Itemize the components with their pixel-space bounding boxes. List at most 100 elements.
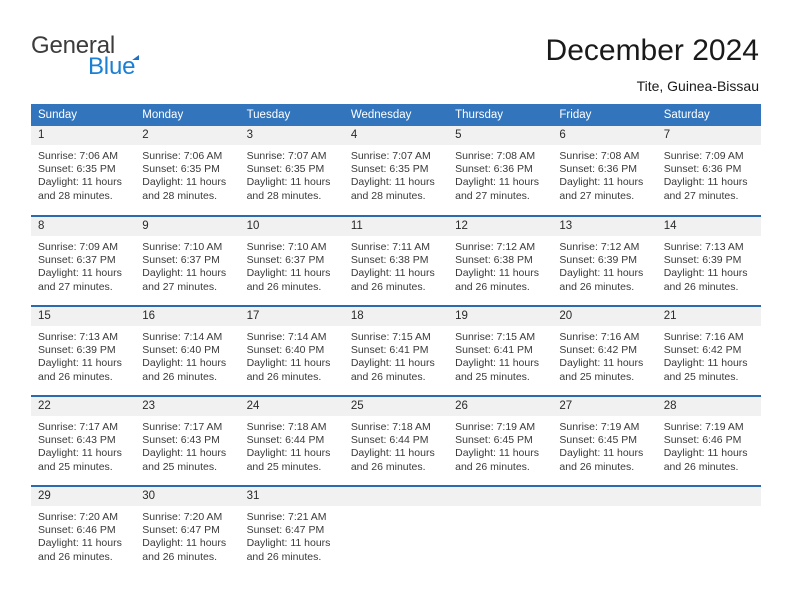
- day-number: 24: [239, 397, 344, 416]
- sunrise-text: Sunrise: 7:17 AM: [38, 421, 118, 433]
- day-cell[interactable]: 14 Sunrise: 7:13 AM Sunset: 6:39 PM Dayligh…: [656, 215, 761, 306]
- day-cell[interactable]: 4 Sunrise: 7:07 AM Sunset: 6:35 PM Daylight…: [343, 126, 449, 216]
- day-cell[interactable]: 13 Sunrise: 7:12 AM Sunset: 6:39 PM Dayligh…: [552, 215, 657, 306]
- sunrise-text: Sunrise: 7:08 AM: [559, 150, 640, 162]
- daylight-text-line1: Daylight: 11 hours: [559, 176, 644, 189]
- daylight-text-line2: and 25 minutes.: [246, 460, 322, 473]
- day-cell[interactable]: 31 Sunrise: 7:21 AM Sunset: 6:47 PM Dayligh…: [239, 485, 344, 576]
- day-details: Sunrise: 7:10 AM Sunset: 6:37 PM Daylight:…: [135, 236, 239, 294]
- daylight-text-line2: and 26 minutes.: [246, 370, 322, 383]
- day-cell[interactable]: 19 Sunrise: 7:15 AM Sunset: 6:41 PM Dayligh…: [448, 305, 553, 396]
- daylight-text-line1: Daylight: 11 hours: [142, 537, 227, 550]
- day-cell[interactable]: 1 Sunrise: 7:06 AM Sunset: 6:35 PM Daylight…: [31, 126, 136, 216]
- day-details: Sunrise: 7:13 AM Sunset: 6:39 PM Daylight:…: [657, 236, 761, 294]
- day-details: Sunrise: 7:12 AM Sunset: 6:39 PM Daylight:…: [552, 236, 656, 294]
- day-cell[interactable]: 29 Sunrise: 7:20 AM Sunset: 6:46 PM Dayligh…: [31, 485, 136, 576]
- day-cell[interactable]: 21 Sunrise: 7:16 AM Sunset: 6:42 PM Dayligh…: [656, 305, 761, 396]
- day-cell-empty: [552, 485, 657, 576]
- sunrise-text: Sunrise: 7:10 AM: [142, 241, 223, 253]
- sunrise-text: Sunrise: 7:07 AM: [350, 150, 431, 162]
- day-number: 9: [135, 217, 240, 236]
- day-cell[interactable]: 10 Sunrise: 7:10 AM Sunset: 6:37 PM Dayligh…: [239, 215, 344, 306]
- calendar-body: 1 Sunrise: 7:06 AM Sunset: 6:35 PM Daylight…: [31, 126, 761, 576]
- day-cell[interactable]: 12 Sunrise: 7:12 AM Sunset: 6:38 PM Dayligh…: [448, 215, 553, 306]
- sunrise-text: Sunrise: 7:19 AM: [663, 421, 744, 433]
- day-number: 26: [448, 397, 553, 416]
- daylight-text-line1: Daylight: 11 hours: [38, 176, 122, 189]
- day-cell[interactable]: 18 Sunrise: 7:15 AM Sunset: 6:41 PM Dayligh…: [343, 305, 449, 396]
- day-details: Sunrise: 7:13 AM Sunset: 6:39 PM Daylight:…: [31, 326, 135, 384]
- sunrise-text: Sunrise: 7:13 AM: [663, 241, 744, 253]
- day-cell[interactable]: 26 Sunrise: 7:19 AM Sunset: 6:45 PM Dayligh…: [448, 395, 553, 486]
- day-cell[interactable]: 2 Sunrise: 7:06 AM Sunset: 6:35 PM Daylight…: [135, 126, 240, 216]
- daylight-text-line1: Daylight: 11 hours: [350, 447, 435, 460]
- daylight-text-line2: and 26 minutes.: [142, 550, 217, 563]
- sunrise-text: Sunrise: 7:14 AM: [142, 331, 223, 343]
- day-cell[interactable]: 25 Sunrise: 7:18 AM Sunset: 6:44 PM Dayligh…: [343, 395, 449, 486]
- day-cell[interactable]: 5 Sunrise: 7:08 AM Sunset: 6:36 PM Daylight…: [448, 126, 553, 216]
- daylight-text-line2: and 26 minutes.: [246, 550, 322, 563]
- daylight-text-line2: and 27 minutes.: [455, 189, 530, 202]
- calendar-week-row: 22 Sunrise: 7:17 AM Sunset: 6:43 PM Dayligh…: [31, 395, 761, 486]
- day-number: 11: [343, 217, 449, 236]
- day-cell[interactable]: 16 Sunrise: 7:14 AM Sunset: 6:40 PM Dayligh…: [135, 305, 240, 396]
- day-number: 4: [343, 126, 449, 145]
- day-details: Sunrise: 7:08 AM Sunset: 6:36 PM Daylight:…: [448, 145, 552, 203]
- day-cell[interactable]: 28 Sunrise: 7:19 AM Sunset: 6:46 PM Dayligh…: [656, 395, 761, 486]
- day-number: 31: [239, 487, 344, 506]
- day-cell[interactable]: 22 Sunrise: 7:17 AM Sunset: 6:43 PM Dayligh…: [31, 395, 136, 486]
- day-cell[interactable]: 27 Sunrise: 7:19 AM Sunset: 6:45 PM Dayligh…: [552, 395, 657, 486]
- day-cell[interactable]: 20 Sunrise: 7:16 AM Sunset: 6:42 PM Dayligh…: [552, 305, 657, 396]
- sunset-text: Sunset: 6:38 PM: [455, 254, 533, 267]
- sunset-text: Sunset: 6:36 PM: [455, 163, 533, 176]
- day-number: 8: [31, 217, 136, 236]
- day-cell[interactable]: 30 Sunrise: 7:20 AM Sunset: 6:47 PM Dayligh…: [135, 485, 240, 576]
- day-cell[interactable]: 15 Sunrise: 7:13 AM Sunset: 6:39 PM Dayligh…: [31, 305, 136, 396]
- page-header: General Blue December 2024 Tite, Guinea-…: [0, 0, 792, 96]
- daylight-text-line2: and 26 minutes.: [350, 460, 426, 473]
- day-number: 21: [656, 307, 761, 326]
- day-cell[interactable]: 6 Sunrise: 7:08 AM Sunset: 6:36 PM Daylight…: [552, 126, 657, 216]
- day-cell[interactable]: 3 Sunrise: 7:07 AM Sunset: 6:35 PM Daylight…: [239, 126, 344, 216]
- day-details: Sunrise: 7:17 AM Sunset: 6:43 PM Daylight:…: [135, 416, 239, 474]
- weekday-header-saturday: Saturday: [656, 104, 761, 126]
- sunrise-text: Sunrise: 7:20 AM: [38, 511, 118, 523]
- day-details: Sunrise: 7:10 AM Sunset: 6:37 PM Daylight:…: [240, 236, 344, 294]
- sunset-text: Sunset: 6:46 PM: [663, 434, 742, 447]
- sunset-text: Sunset: 6:43 PM: [142, 434, 220, 447]
- sunrise-text: Sunrise: 7:11 AM: [350, 241, 431, 253]
- sunrise-text: Sunrise: 7:15 AM: [350, 331, 431, 343]
- day-cell[interactable]: 8 Sunrise: 7:09 AM Sunset: 6:37 PM Daylight…: [31, 215, 136, 306]
- sunset-text: Sunset: 6:44 PM: [246, 434, 325, 447]
- day-details: Sunrise: 7:19 AM Sunset: 6:45 PM Daylight:…: [552, 416, 656, 474]
- daylight-text-line1: Daylight: 11 hours: [246, 176, 331, 189]
- daylight-text-line2: and 27 minutes.: [559, 189, 635, 202]
- daylight-text-line2: and 28 minutes.: [38, 189, 113, 202]
- sunrise-text: Sunrise: 7:10 AM: [246, 241, 327, 253]
- daylight-text-line2: and 26 minutes.: [559, 280, 635, 293]
- sunset-text: Sunset: 6:41 PM: [455, 344, 533, 357]
- sunset-text: Sunset: 6:45 PM: [455, 434, 533, 447]
- day-cell[interactable]: 17 Sunrise: 7:14 AM Sunset: 6:40 PM Dayligh…: [239, 305, 344, 396]
- sunset-text: Sunset: 6:35 PM: [246, 163, 325, 176]
- brand-logo[interactable]: General Blue: [31, 33, 221, 87]
- day-number: 5: [448, 126, 553, 145]
- day-cell[interactable]: 23 Sunrise: 7:17 AM Sunset: 6:43 PM Dayligh…: [135, 395, 240, 486]
- day-details: Sunrise: 7:16 AM Sunset: 6:42 PM Daylight:…: [552, 326, 656, 384]
- sunrise-text: Sunrise: 7:06 AM: [38, 150, 118, 162]
- day-details: Sunrise: 7:11 AM Sunset: 6:38 PM Daylight:…: [344, 236, 448, 294]
- day-number: 7: [656, 126, 761, 145]
- day-details: Sunrise: 7:19 AM Sunset: 6:46 PM Daylight:…: [657, 416, 761, 474]
- daylight-text-line1: Daylight: 11 hours: [559, 357, 644, 370]
- daylight-text-line2: and 25 minutes.: [663, 370, 739, 383]
- daylight-text-line2: and 26 minutes.: [38, 370, 113, 383]
- calendar-grid: Sunday Monday Tuesday Wednesday Thursday…: [31, 104, 761, 576]
- daylight-text-line1: Daylight: 11 hours: [38, 447, 122, 460]
- day-cell[interactable]: 24 Sunrise: 7:18 AM Sunset: 6:44 PM Dayligh…: [239, 395, 344, 486]
- day-number: 19: [448, 307, 553, 326]
- day-details: Sunrise: 7:12 AM Sunset: 6:38 PM Daylight:…: [448, 236, 552, 294]
- day-cell[interactable]: 11 Sunrise: 7:11 AM Sunset: 6:38 PM Dayligh…: [343, 215, 449, 306]
- daylight-text-line2: and 27 minutes.: [663, 189, 739, 202]
- day-cell[interactable]: 7 Sunrise: 7:09 AM Sunset: 6:36 PM Daylight…: [656, 126, 761, 216]
- day-cell[interactable]: 9 Sunrise: 7:10 AM Sunset: 6:37 PM Daylight…: [135, 215, 240, 306]
